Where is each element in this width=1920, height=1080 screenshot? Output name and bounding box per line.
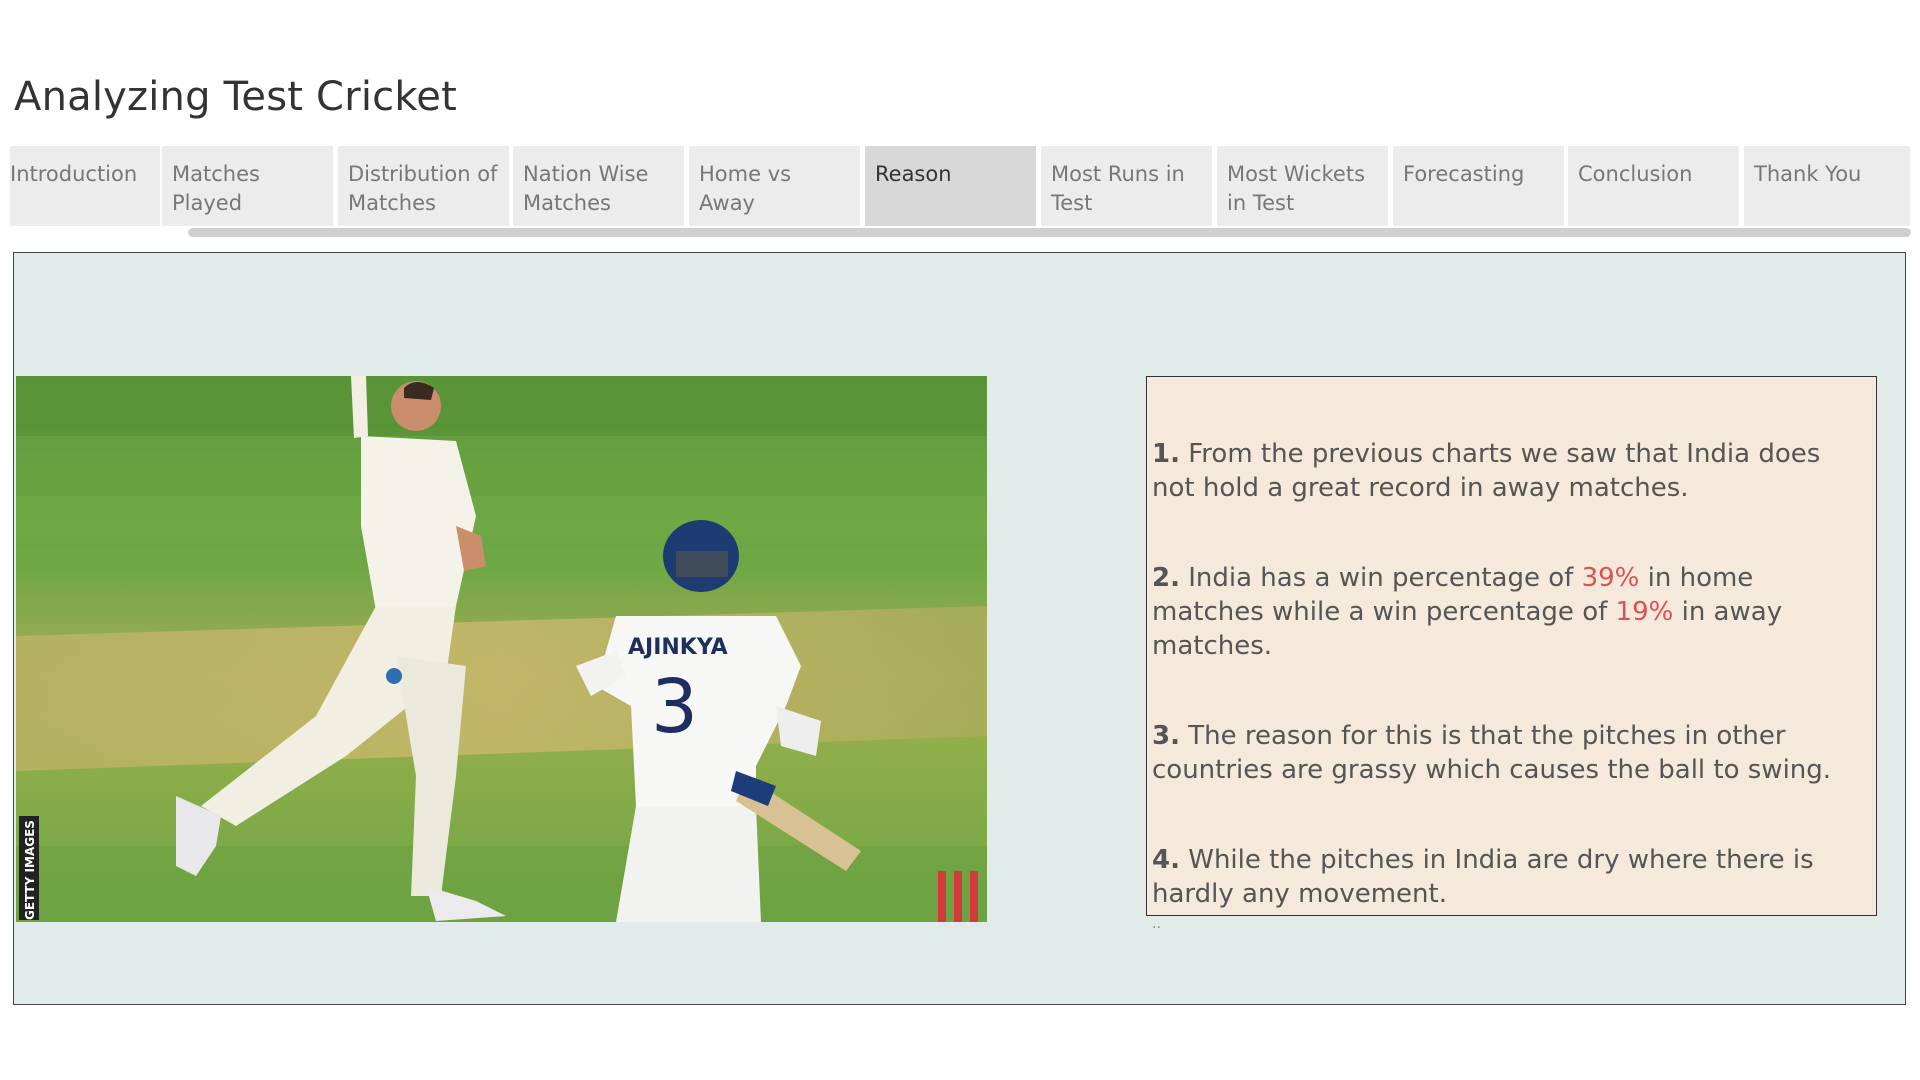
tab-introduction[interactable]: Introduction [10,146,160,226]
point-number: 3. [1152,721,1180,751]
jersey-number: 3 [651,664,698,750]
away-win-percentage: 19% [1615,597,1674,627]
point-number: 1. [1152,439,1180,469]
point-number: 4. [1152,845,1180,875]
point-number: 2. [1152,563,1180,593]
jersey-name: AJINKYA [628,635,728,660]
reason-point-3: 3. The reason for this is that the pitch… [1152,719,1870,787]
page-title: Analyzing Test Cricket [14,74,457,120]
photo-credit: GETTY IMAGES [23,820,37,920]
point-text: The reason for this is that the pitches … [1152,721,1832,785]
tab-most-wickets-in-test[interactable]: Most Wickets in Test [1217,146,1388,226]
point-text: While the pitches in India are dry where… [1152,845,1814,909]
tab-matches-played[interactable]: Matches Played [162,146,333,226]
point-text-pre: India has a win percentage of [1188,563,1574,593]
story-point-panel: AJINKYA 3 GETTY IMAGES 1. From the previ… [13,252,1906,1005]
tab-home-vs-away[interactable]: Home vs Away [689,146,860,226]
trailing-dots: .. [1152,916,1161,932]
point-text: From the previous charts we saw that Ind… [1152,439,1821,503]
story-tabs: Introduction Matches Played Distribution… [10,146,1910,226]
reason-point-1: 1. From the previous charts we saw that … [1152,437,1870,505]
stumps [938,871,978,922]
tab-forecasting[interactable]: Forecasting [1393,146,1564,226]
reason-notes: 1. From the previous charts we saw that … [1146,376,1877,931]
tab-conclusion[interactable]: Conclusion [1568,146,1739,226]
reason-point-2: 2. India has a win percentage of 39% in … [1152,561,1870,663]
tab-most-runs-in-test[interactable]: Most Runs in Test [1041,146,1212,226]
tab-distribution-of-matches[interactable]: Distribution of Matches [338,146,509,226]
cricket-photo: AJINKYA 3 GETTY IMAGES [16,376,987,922]
tabs-scrollbar[interactable] [188,228,1911,237]
tab-thank-you[interactable]: Thank You [1744,146,1910,226]
tab-nation-wise-matches[interactable]: Nation Wise Matches [513,146,684,226]
home-win-percentage: 39% [1581,563,1640,593]
tab-reason[interactable]: Reason [865,146,1036,226]
reason-point-4: 4. While the pitches in India are dry wh… [1152,843,1870,911]
